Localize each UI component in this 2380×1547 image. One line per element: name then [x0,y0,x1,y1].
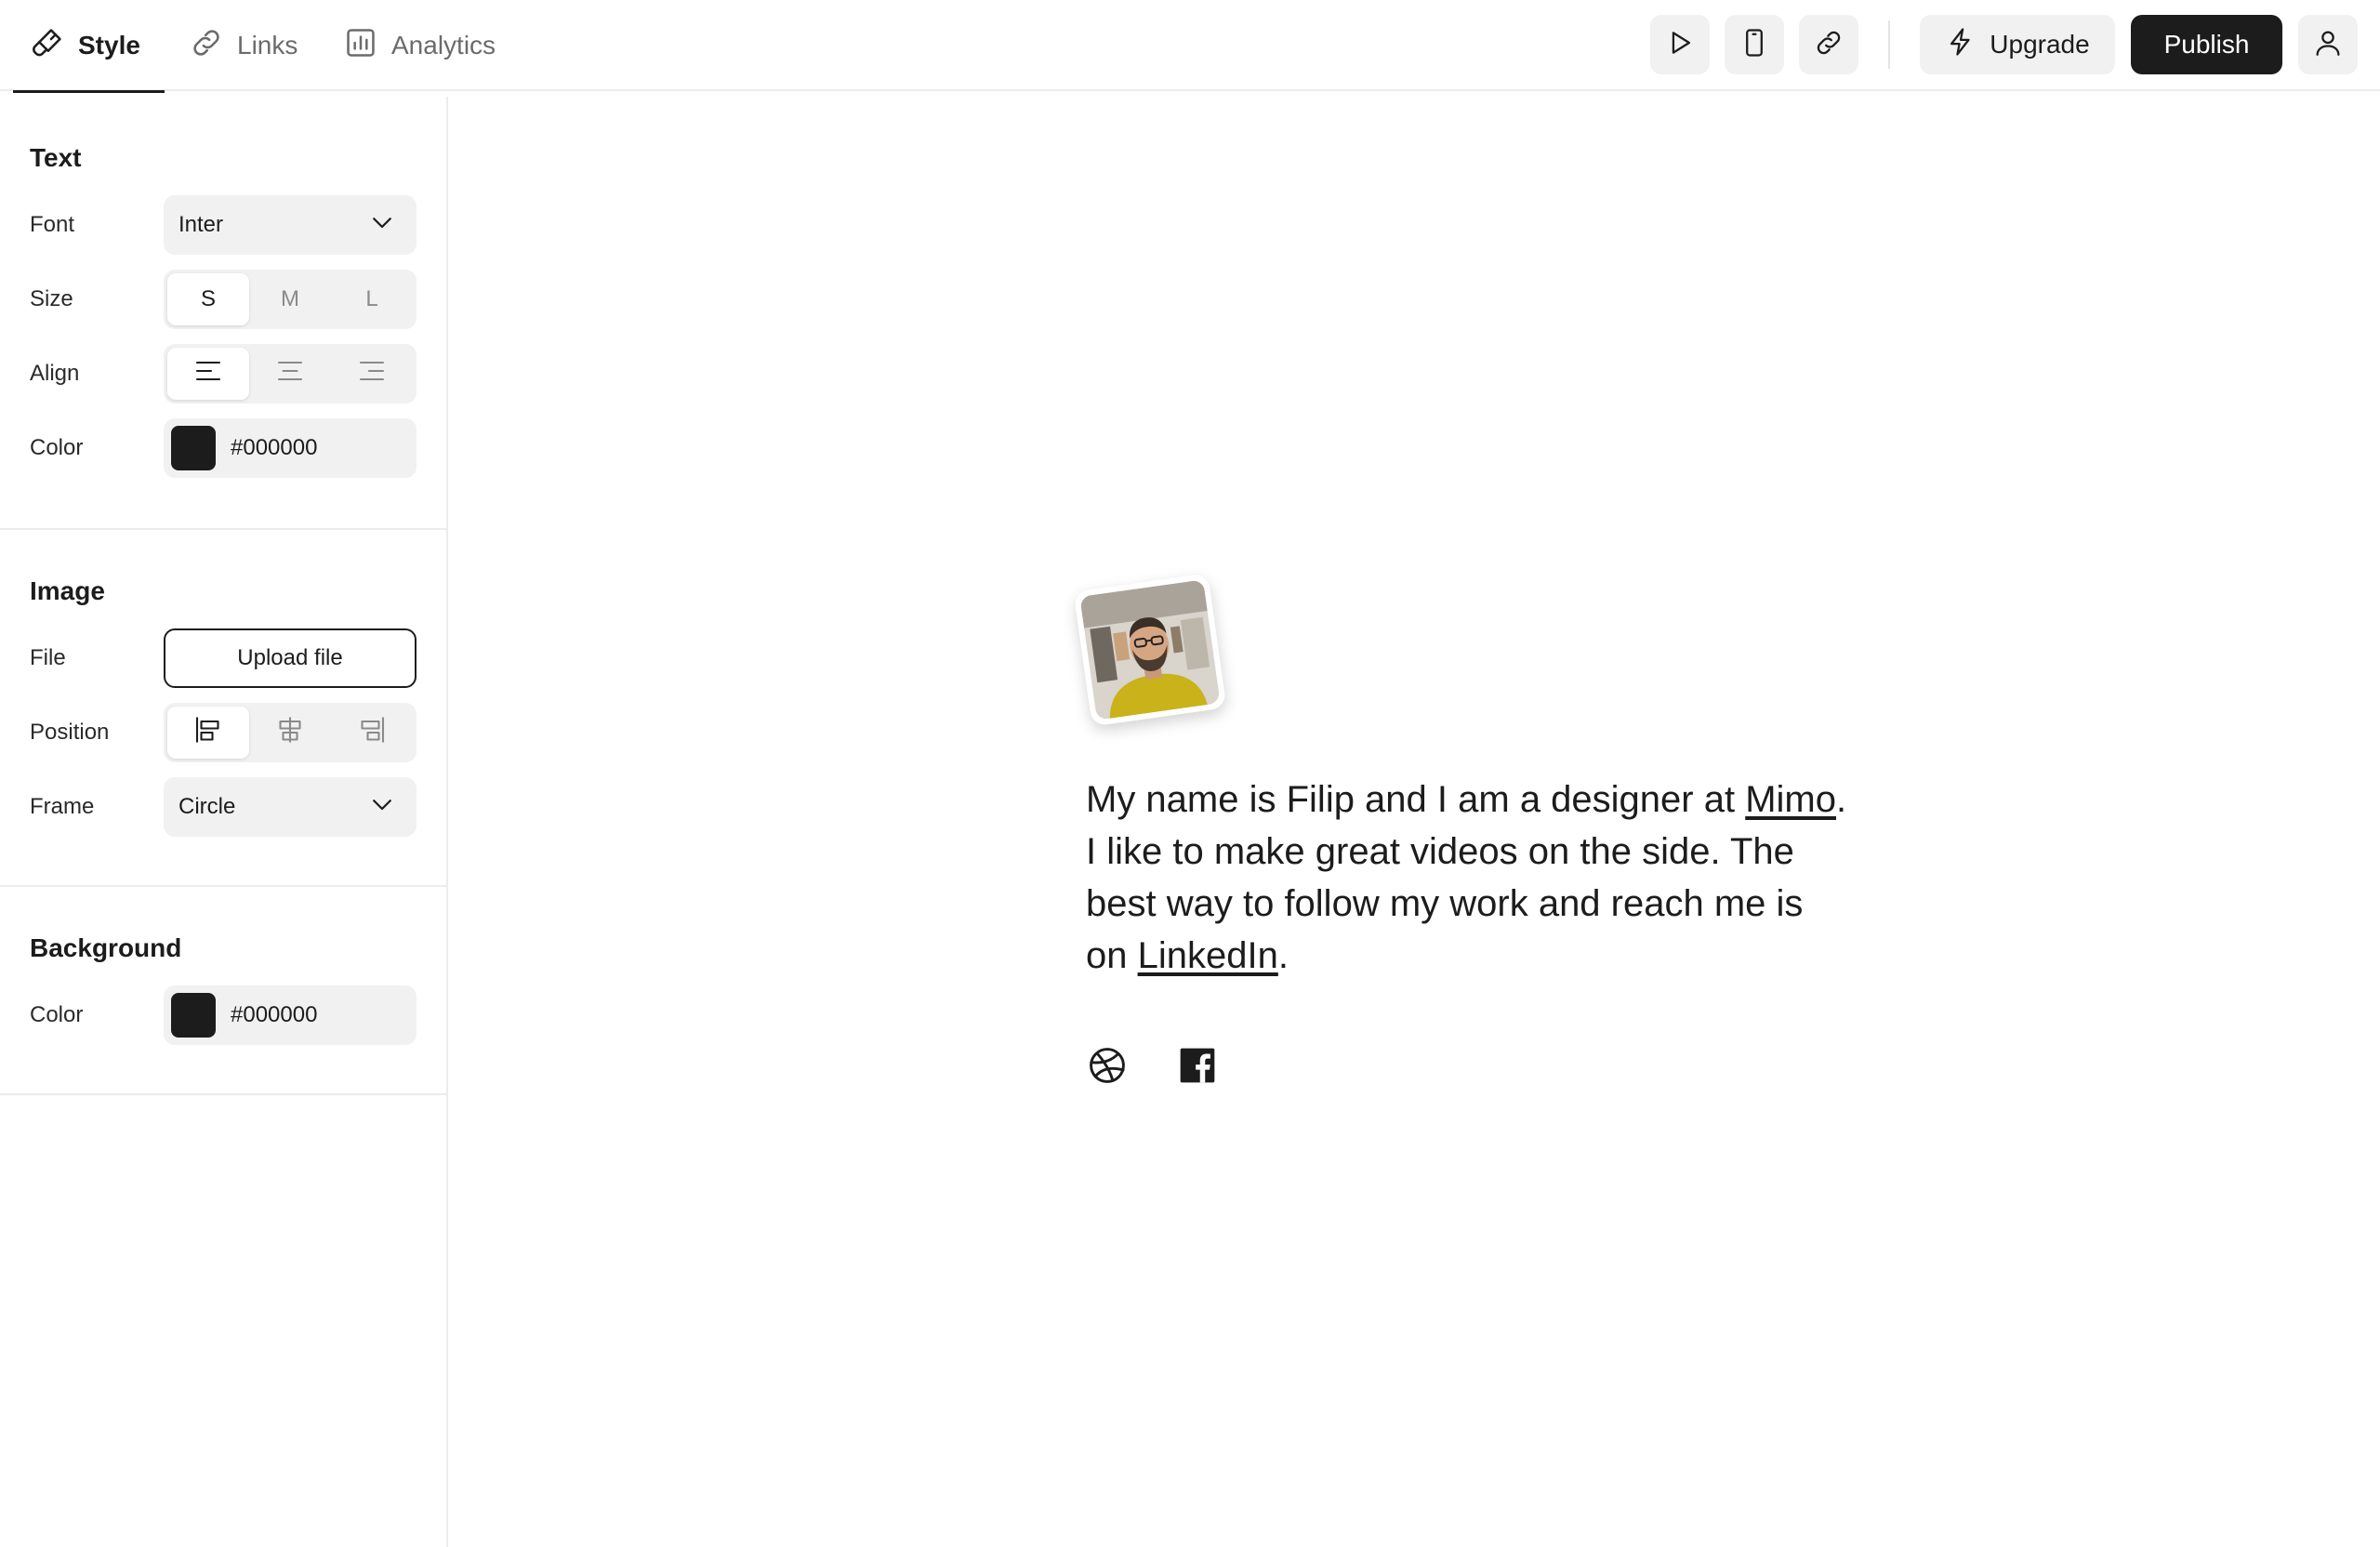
bio-part-3: . [1277,935,1289,976]
profile-photo [1073,573,1227,727]
font-row: Font Inter [30,195,416,255]
upgrade-button[interactable]: Upgrade [1920,15,2115,74]
background-color-label: Color [30,1002,84,1027]
text-section: Text Font Inter Size S M L Align Color #… [0,97,446,530]
align-center-button[interactable] [249,348,331,400]
tab-style[interactable]: Style [13,0,165,93]
file-row: File Upload file [30,628,416,688]
brush-icon [30,25,65,67]
chevron-down-icon [368,208,396,243]
size-segmented-control: S M L [164,270,416,329]
align-segmented-control [164,344,416,403]
align-left-button[interactable] [167,348,249,400]
position-center-icon [273,713,307,753]
lightning-icon [1945,26,1977,64]
align-left-icon [192,354,225,394]
background-color-value: #000000 [231,1002,318,1027]
profile-photo-image [1079,579,1221,721]
position-row: Position [30,703,416,762]
app-root: Style Links Analytics Upgrade Publish Te… [0,0,2380,1547]
text-color-picker[interactable]: #000000 [164,418,416,478]
top-bar: Style Links Analytics Upgrade Publish [0,0,2380,93]
phone-icon [1739,27,1770,63]
linkedin-link[interactable]: LinkedIn [1138,935,1278,976]
account-button[interactable] [2298,15,2358,74]
position-right-button[interactable] [331,707,413,759]
font-value: Inter [178,212,224,237]
file-label: File [30,645,66,670]
link-icon [189,25,224,67]
bar-chart-icon [343,25,378,67]
text-color-row: Color #000000 [30,418,416,478]
upload-file-button[interactable]: Upload file [164,628,416,688]
text-color-value: #000000 [231,435,318,460]
align-row: Align [30,344,416,403]
background-color-picker[interactable]: #000000 [164,985,416,1045]
align-center-icon [273,354,307,394]
facebook-link[interactable] [1177,1045,1218,1086]
tab-analytics[interactable]: Analytics [343,0,496,91]
link-icon [1813,27,1844,63]
style-sidebar: Text Font Inter Size S M L Align Color #… [0,97,448,1547]
mimo-link[interactable]: Mimo [1745,779,1836,820]
position-left-button[interactable] [167,707,249,759]
font-label: Font [30,212,75,237]
background-color-swatch [171,993,216,1038]
position-label: Position [30,720,110,745]
position-segmented-control [164,703,416,762]
user-icon [2312,27,2344,63]
background-section-heading: Background [30,933,182,962]
frame-label: Frame [30,794,95,819]
preview-button[interactable] [1650,15,1710,74]
tab-links-label: Links [237,31,298,60]
align-right-icon [355,354,389,394]
bio-part-1: My name is Filip and I am a designer at [1086,779,1746,820]
tab-style-label: Style [78,31,140,60]
size-option-m[interactable]: M [249,273,331,325]
position-right-icon [355,713,389,753]
text-color-label: Color [30,435,84,460]
font-select[interactable]: Inter [164,195,416,255]
position-center-button[interactable] [249,707,331,759]
frame-row: Frame Circle [30,777,416,837]
image-section: Image File Upload file Position Frame Ci… [0,530,446,887]
size-label: Size [30,286,73,311]
position-left-icon [192,713,225,753]
tab-links[interactable]: Links [189,0,298,91]
frame-value: Circle [178,794,236,819]
align-right-button[interactable] [331,348,413,400]
upgrade-label: Upgrade [1990,30,2090,59]
chevron-down-icon [368,790,396,825]
share-link-button[interactable] [1799,15,1858,74]
text-section-heading: Text [30,143,82,172]
dribbble-link[interactable] [1087,1045,1128,1086]
align-label: Align [30,361,80,386]
play-icon [1664,27,1696,63]
frame-select[interactable]: Circle [164,777,416,837]
background-section: Background Color #000000 [0,887,446,1095]
dribbble-icon [1087,1048,1128,1090]
text-color-swatch [171,426,216,470]
size-option-s[interactable]: S [167,273,249,325]
background-color-row: Color #000000 [30,985,416,1045]
bio-text: My name is Filip and I am a designer at … [1086,774,1848,982]
publish-button[interactable]: Publish [2131,15,2282,74]
size-option-l[interactable]: L [331,273,413,325]
toolbar-divider [1888,20,1890,69]
size-row: Size S M L [30,270,416,329]
facebook-icon [1177,1048,1218,1090]
image-section-heading: Image [30,576,105,605]
tab-analytics-label: Analytics [391,31,496,60]
mobile-preview-button[interactable] [1725,15,1784,74]
